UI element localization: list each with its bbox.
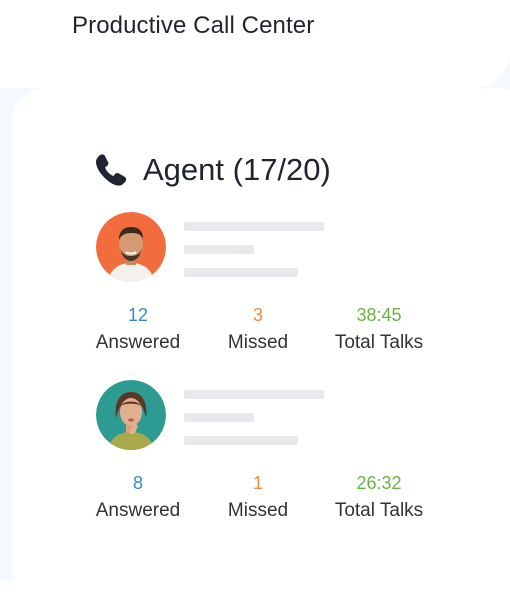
placeholder-line (184, 390, 324, 399)
agent-stats: 12 Answered 3 Missed 38:45 Total Talks (94, 304, 444, 354)
answered-label: Answered (95, 500, 181, 521)
stat-answered: 8 Answered (88, 472, 188, 524)
placeholder-line (184, 268, 298, 277)
missed-label: Missed (227, 332, 289, 353)
avatar (96, 212, 166, 282)
card-title: Agent (17/20) (143, 152, 331, 187)
total-talks-label: Total Talks (334, 332, 424, 353)
placeholder-line (184, 245, 254, 254)
stat-answered: 12 Answered (88, 304, 188, 356)
total-talks-value: 38:45 (356, 305, 402, 325)
stat-total-talks: 38:45 Total Talks (324, 304, 434, 356)
missed-count: 1 (252, 473, 263, 493)
missed-label: Missed (227, 500, 289, 521)
stat-missed: 1 Missed (218, 472, 298, 524)
placeholder-line (184, 413, 254, 422)
missed-count: 3 (252, 305, 263, 325)
answered-count: 12 (127, 305, 149, 325)
answered-label: Answered (95, 332, 181, 353)
agent-stats: 8 Answered 1 Missed 26:32 Total Talks (94, 472, 444, 522)
placeholder-line (184, 222, 324, 231)
total-talks-label: Total Talks (334, 500, 424, 521)
total-talks-value: 26:32 (356, 473, 402, 493)
stat-missed: 3 Missed (218, 304, 298, 356)
phone-icon (96, 154, 127, 186)
answered-count: 8 (132, 473, 143, 493)
stat-total-talks: 26:32 Total Talks (324, 472, 434, 524)
page-title: Productive Call Center (72, 12, 315, 39)
card-header: Agent (17/20) (93, 148, 331, 192)
avatar (96, 380, 166, 450)
placeholder-line (184, 436, 298, 445)
